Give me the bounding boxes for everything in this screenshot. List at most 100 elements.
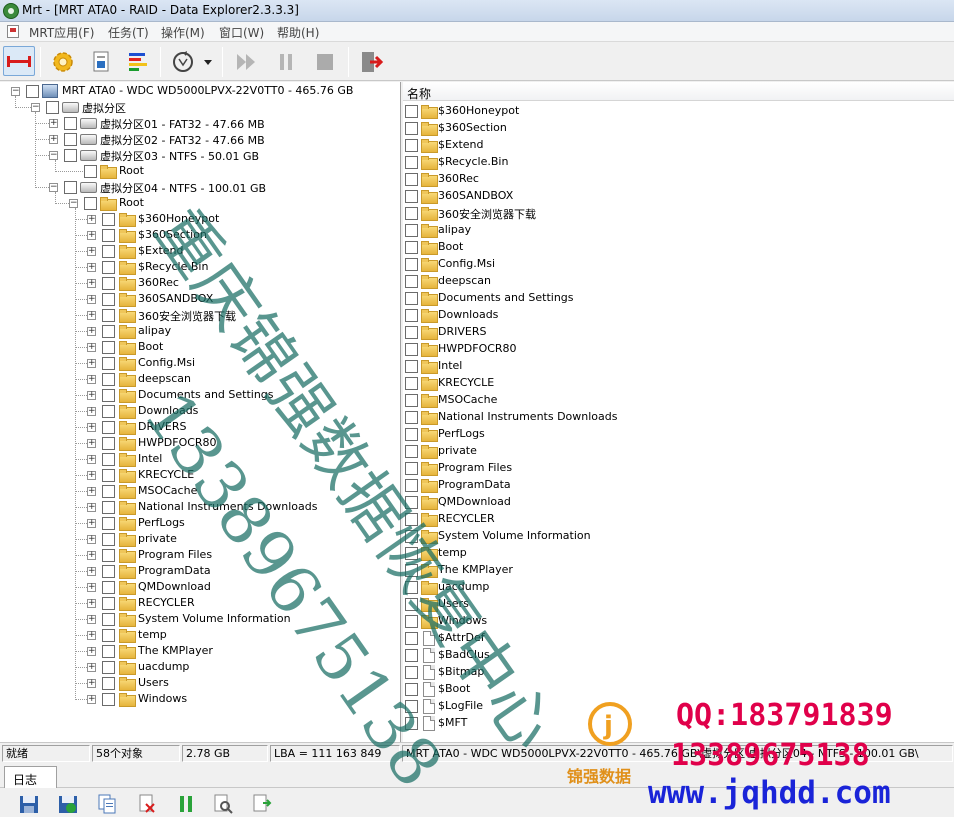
tree-checkbox[interactable] bbox=[102, 533, 115, 546]
tree-node-folder[interactable]: + deepscan bbox=[0, 371, 400, 387]
list-checkbox[interactable] bbox=[405, 309, 418, 322]
list-checkbox[interactable] bbox=[405, 190, 418, 203]
pause-button[interactable] bbox=[273, 49, 299, 75]
tree-checkbox[interactable] bbox=[102, 501, 115, 514]
list-item[interactable]: PerfLogs bbox=[403, 426, 954, 443]
log-save-button[interactable] bbox=[19, 794, 39, 814]
connect-button[interactable] bbox=[3, 46, 35, 76]
tree-node-p4-root[interactable]: − Root bbox=[0, 195, 400, 211]
list-checkbox[interactable] bbox=[405, 394, 418, 407]
tree-checkbox[interactable] bbox=[102, 693, 115, 706]
list-item[interactable]: Boot bbox=[403, 239, 954, 256]
list-checkbox[interactable] bbox=[405, 700, 418, 713]
tree-checkbox[interactable] bbox=[102, 469, 115, 482]
menu-window[interactable]: 窗口(W) bbox=[219, 24, 264, 41]
list-checkbox[interactable] bbox=[405, 479, 418, 492]
file-list[interactable]: 名称 $360Honeypot $360Section $Extend $Recycl… bbox=[403, 82, 954, 742]
menu-help[interactable]: 帮助(H) bbox=[277, 24, 319, 41]
expand-icon[interactable]: + bbox=[87, 567, 96, 576]
expand-icon[interactable]: + bbox=[87, 535, 96, 544]
tree-node-partition-03[interactable]: − 虚拟分区03 - NTFS - 50.01 GB bbox=[0, 147, 400, 163]
tree-node-folder[interactable]: + alipay bbox=[0, 323, 400, 339]
list-checkbox[interactable] bbox=[405, 564, 418, 577]
list-checkbox[interactable] bbox=[405, 496, 418, 509]
tree-node-folder[interactable]: + uacdump bbox=[0, 659, 400, 675]
tree-node-folder[interactable]: + ProgramData bbox=[0, 563, 400, 579]
expand-icon[interactable]: + bbox=[87, 583, 96, 592]
tree-checkbox[interactable] bbox=[102, 549, 115, 562]
expand-icon[interactable]: + bbox=[87, 279, 96, 288]
list-item[interactable]: $Bitmap bbox=[403, 664, 954, 681]
expand-icon[interactable]: + bbox=[49, 119, 58, 128]
list-checkbox[interactable] bbox=[405, 139, 418, 152]
list-item[interactable]: MSOCache bbox=[403, 392, 954, 409]
refresh-dropdown[interactable] bbox=[201, 49, 215, 75]
tree-node-folder[interactable]: + $360Honeypot bbox=[0, 211, 400, 227]
folder-tree[interactable]: − MRT ATA0 - WDC WD5000LPVX-22V0TT0 - 46… bbox=[0, 82, 401, 742]
expand-icon[interactable]: + bbox=[87, 439, 96, 448]
tree-node-folder[interactable]: +360Rec bbox=[0, 275, 400, 291]
menu-operations[interactable]: 操作(M) bbox=[161, 24, 205, 41]
list-item[interactable]: $Boot bbox=[403, 681, 954, 698]
tree-checkbox[interactable] bbox=[64, 133, 77, 146]
expand-icon[interactable]: + bbox=[87, 455, 96, 464]
list-item[interactable]: temp bbox=[403, 545, 954, 562]
list-item[interactable]: KRECYCLE bbox=[403, 375, 954, 392]
list-checkbox[interactable] bbox=[405, 428, 418, 441]
expand-icon[interactable]: + bbox=[87, 519, 96, 528]
tree-node-folder[interactable]: + private bbox=[0, 531, 400, 547]
list-checkbox[interactable] bbox=[405, 649, 418, 662]
list-item[interactable]: Program Files bbox=[403, 460, 954, 477]
list-item[interactable]: $LogFile bbox=[403, 698, 954, 715]
tree-checkbox[interactable] bbox=[102, 373, 115, 386]
list-checkbox[interactable] bbox=[405, 173, 418, 186]
list-checkbox[interactable] bbox=[405, 462, 418, 475]
tree-checkbox[interactable] bbox=[102, 597, 115, 610]
column-header-name[interactable]: 名称 bbox=[403, 82, 954, 101]
tree-node-folder[interactable]: +360安全浏览器下载 bbox=[0, 307, 400, 323]
tree-checkbox[interactable] bbox=[102, 565, 115, 578]
tree-checkbox[interactable] bbox=[102, 293, 115, 306]
fast-forward-button[interactable] bbox=[233, 49, 259, 75]
list-item[interactable]: $MFT bbox=[403, 715, 954, 732]
exit-button[interactable] bbox=[358, 49, 384, 75]
tree-checkbox[interactable] bbox=[102, 229, 115, 242]
expand-icon[interactable]: + bbox=[87, 423, 96, 432]
tree-node-folder[interactable]: + System Volume Information bbox=[0, 611, 400, 627]
list-item[interactable]: $AttrDef bbox=[403, 630, 954, 647]
tree-checkbox[interactable] bbox=[102, 645, 115, 658]
tree-checkbox[interactable] bbox=[64, 149, 77, 162]
tree-node-folder[interactable]: + Downloads bbox=[0, 403, 400, 419]
collapse-icon[interactable]: − bbox=[49, 151, 58, 160]
list-item[interactable]: $Extend bbox=[403, 137, 954, 154]
tree-checkbox[interactable] bbox=[102, 613, 115, 626]
tree-checkbox[interactable] bbox=[102, 213, 115, 226]
list-item[interactable]: Config.Msi bbox=[403, 256, 954, 273]
collapse-icon[interactable]: − bbox=[49, 183, 58, 192]
tree-node-partition-02[interactable]: + 虚拟分区02 - FAT32 - 47.66 MB bbox=[0, 131, 400, 147]
tree-checkbox[interactable] bbox=[46, 101, 59, 114]
list-checkbox[interactable] bbox=[405, 666, 418, 679]
tree-node-virtual[interactable]: − 虚拟分区 bbox=[0, 99, 400, 115]
expand-icon[interactable]: + bbox=[87, 407, 96, 416]
expand-icon[interactable]: + bbox=[87, 391, 96, 400]
list-checkbox[interactable] bbox=[405, 258, 418, 271]
tree-node-folder[interactable]: + $Extend bbox=[0, 243, 400, 259]
collapse-icon[interactable]: − bbox=[31, 103, 40, 112]
expand-icon[interactable]: + bbox=[87, 327, 96, 336]
list-item[interactable]: $360Honeypot bbox=[403, 103, 954, 120]
expand-icon[interactable]: + bbox=[87, 487, 96, 496]
tree-node-folder[interactable]: + RECYCLER bbox=[0, 595, 400, 611]
list-item[interactable]: Windows bbox=[403, 613, 954, 630]
expand-icon[interactable]: + bbox=[87, 231, 96, 240]
tree-node-folder[interactable]: + PerfLogs bbox=[0, 515, 400, 531]
list-item[interactable]: The KMPlayer bbox=[403, 562, 954, 579]
list-item[interactable]: Intel bbox=[403, 358, 954, 375]
list-item[interactable]: private bbox=[403, 443, 954, 460]
list-checkbox[interactable] bbox=[405, 224, 418, 237]
list-checkbox[interactable] bbox=[405, 326, 418, 339]
log-find-button[interactable] bbox=[213, 794, 233, 814]
list-checkbox[interactable] bbox=[405, 615, 418, 628]
expand-icon[interactable]: + bbox=[87, 679, 96, 688]
tree-checkbox[interactable] bbox=[102, 261, 115, 274]
